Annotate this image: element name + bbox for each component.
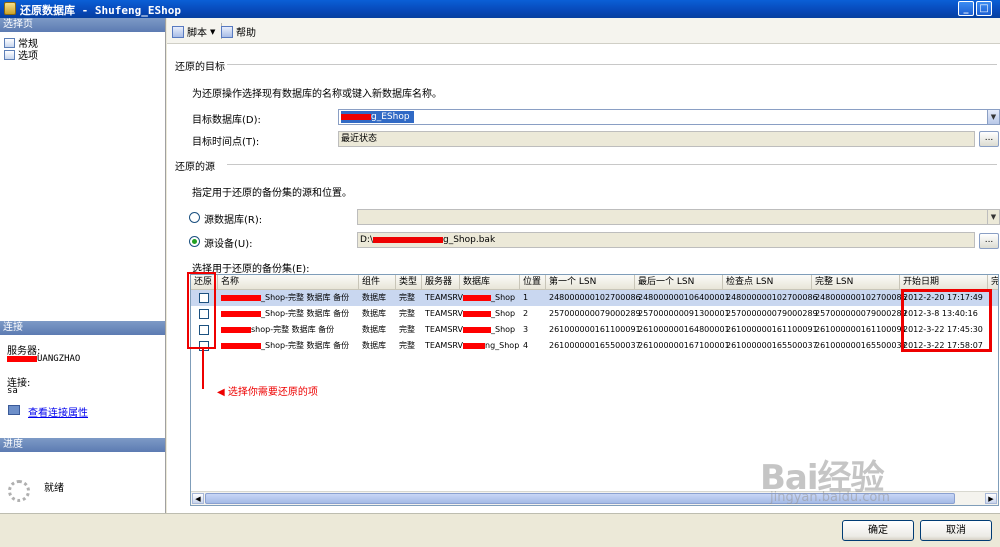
connection-header: 连接 xyxy=(0,321,165,335)
database-icon xyxy=(4,2,16,15)
backupset-label: 选择用于还原的备份集(E): xyxy=(192,264,310,275)
properties-icon xyxy=(8,405,20,415)
view-connection-properties-link[interactable]: 查看连接属性 xyxy=(28,404,88,419)
col-last-lsn[interactable]: 最后一个 LSN xyxy=(635,275,723,290)
target-db-label: 目标数据库(D): xyxy=(192,115,261,126)
scroll-right-icon[interactable]: ▶ xyxy=(985,493,997,504)
col-position[interactable]: 位置 xyxy=(520,275,546,290)
col-name[interactable]: 名称 xyxy=(218,275,359,290)
col-component[interactable]: 组件 xyxy=(359,275,396,290)
from-device-field: D:\ g_Shop.bak xyxy=(357,232,975,248)
from-database-combo: ▼ xyxy=(357,209,1000,225)
restore-checkbox[interactable] xyxy=(199,309,209,319)
server-value: UANGZHAO xyxy=(7,354,80,364)
target-time-browse-button[interactable]: ... xyxy=(979,131,999,147)
help-icon xyxy=(221,25,233,38)
annotation-line xyxy=(202,349,204,389)
restore-target-group-title: 还原的目标 xyxy=(175,62,225,73)
source-description: 指定用于还原的备份集的源和位置。 xyxy=(192,188,352,199)
cancel-button[interactable]: 取消 xyxy=(920,520,992,541)
annotation-text: ◀ 选择你需要还原的项 xyxy=(217,387,318,398)
dialog-footer: 确定 取消 xyxy=(0,513,1000,547)
target-db-combo[interactable]: g_EShop ▼ xyxy=(338,109,1000,125)
col-database[interactable]: 数据库 xyxy=(460,275,520,290)
table-row[interactable]: _Shop-完整 数据库 备份 数据库 完整 TEAMSRV _Shop 1 2… xyxy=(191,290,998,306)
target-description: 为还原操作选择现有数据库的名称或键入新数据库名称。 xyxy=(192,89,442,100)
table-row[interactable]: _Shop-完整 数据库 备份 数据库 完整 TEAMSRV _Shop 2 2… xyxy=(191,306,998,322)
chevron-down-icon: ▼ xyxy=(987,210,999,224)
left-panel: 选择页 常规 选项 连接 服务器: UANGZHAO 连接: sa 查看连接属性… xyxy=(0,18,166,513)
table-row[interactable]: shop-完整 数据库 备份 数据库 完整 TEAMSRV _Shop 3 26… xyxy=(191,322,998,338)
grid-header: 还原 名称 组件 类型 服务器 数据库 位置 第一个 LSN 最后一个 LSN … xyxy=(191,275,998,290)
script-icon xyxy=(172,25,184,38)
ready-status: 就绪 xyxy=(44,483,64,494)
group-divider xyxy=(227,64,997,65)
scroll-left-icon[interactable]: ◀ xyxy=(192,493,204,504)
toolbar: 脚本 ▼ 帮助 xyxy=(167,18,1000,44)
script-button[interactable]: 脚本 ▼ xyxy=(172,24,215,39)
target-time-label: 目标时间点(T): xyxy=(192,137,260,148)
device-browse-button[interactable]: ... xyxy=(979,233,999,249)
page-item-options[interactable]: 选项 xyxy=(4,47,38,62)
ok-button[interactable]: 确定 xyxy=(842,520,914,541)
page-item-label: 选项 xyxy=(18,51,38,62)
watermark-url: jingyan.baidu.com xyxy=(770,490,890,505)
connect-value: sa xyxy=(7,386,18,396)
chevron-down-icon[interactable]: ▼ xyxy=(987,110,999,124)
page-icon xyxy=(4,49,15,60)
table-row[interactable]: _Shop-完整 数据库 备份 数据库 完整 TEAMSRV ng_Shop 4… xyxy=(191,338,998,354)
from-database-radio[interactable] xyxy=(189,212,200,223)
window-title: 还原数据库 - Shufeng_EShop xyxy=(20,4,181,17)
redaction xyxy=(7,355,37,362)
target-time-field: 最近状态 xyxy=(338,131,975,147)
maximize-button[interactable]: □ xyxy=(976,1,992,16)
col-checkpoint-lsn[interactable]: 检查点 LSN xyxy=(723,275,812,290)
col-start-date[interactable]: 开始日期 xyxy=(900,275,988,290)
restore-source-group-title: 还原的源 xyxy=(175,162,215,173)
progress-spinner-icon xyxy=(8,480,30,502)
arrow-left-icon: ◀ xyxy=(217,387,225,398)
progress-header: 进度 xyxy=(0,438,165,452)
from-device-radio[interactable] xyxy=(189,236,200,247)
col-server[interactable]: 服务器 xyxy=(422,275,460,290)
from-device-label: 源设备(U): xyxy=(204,239,253,250)
col-restore[interactable]: 还原 xyxy=(191,275,218,290)
col-first-lsn[interactable]: 第一个 LSN xyxy=(546,275,635,290)
col-full-lsn[interactable]: 完整 LSN xyxy=(812,275,900,290)
chevron-down-icon: ▼ xyxy=(210,27,216,36)
restore-checkbox[interactable] xyxy=(199,293,209,303)
restore-checkbox[interactable] xyxy=(199,325,209,335)
page-icon xyxy=(4,37,15,48)
from-database-label: 源数据库(R): xyxy=(204,215,263,226)
target-db-value: g_EShop xyxy=(341,111,414,123)
help-button[interactable]: 帮助 xyxy=(221,24,256,39)
select-page-header: 选择页 xyxy=(0,18,165,32)
title-bar: 还原数据库 - Shufeng_EShop _ □ xyxy=(0,0,1000,18)
main-panel: 脚本 ▼ 帮助 还原的目标 为还原操作选择现有数据库的名称或键入新数据库名称。 … xyxy=(167,18,1000,513)
col-finish-date[interactable]: 完 xyxy=(988,275,998,290)
group-divider xyxy=(227,164,997,165)
col-type[interactable]: 类型 xyxy=(396,275,422,290)
minimize-button[interactable]: _ xyxy=(958,1,974,16)
restore-checkbox[interactable] xyxy=(199,341,209,351)
